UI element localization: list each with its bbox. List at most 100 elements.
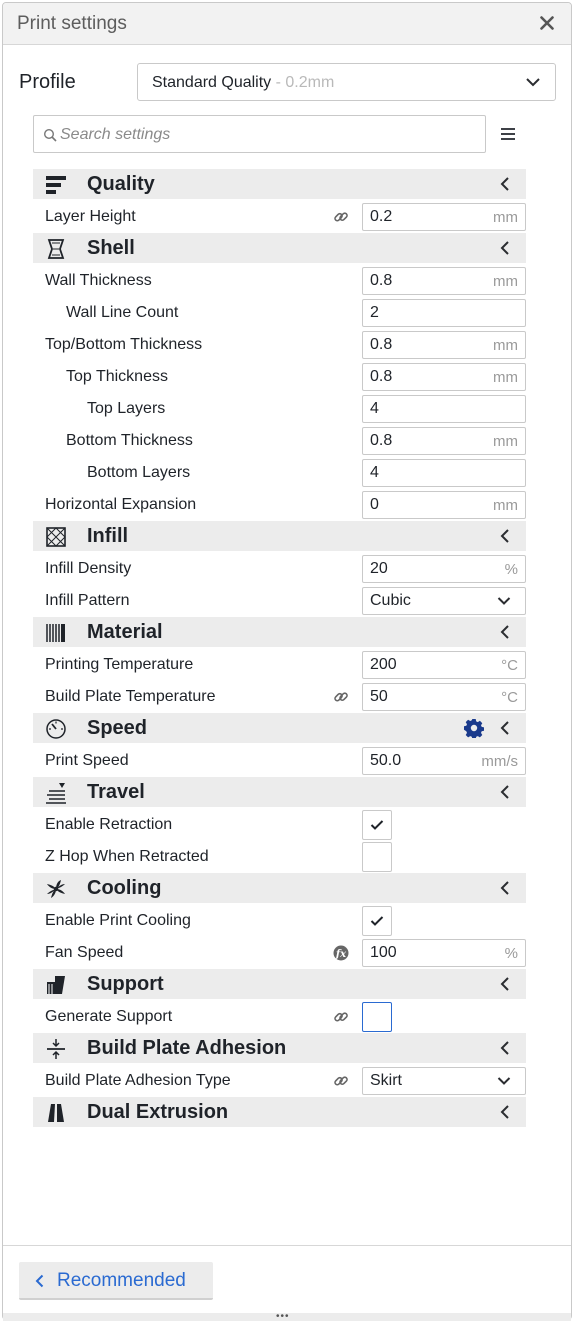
setting-bottom-thickness: Bottom Thickness 0.8 mm xyxy=(33,425,526,457)
field-value: 0.8 xyxy=(370,272,393,289)
setting-z-hop: Z Hop When Retracted xyxy=(33,841,526,873)
menu-icon-bar xyxy=(501,133,515,135)
field-unit: mm xyxy=(493,433,518,450)
top-thickness-input[interactable]: 0.8 mm xyxy=(362,363,526,391)
profile-select[interactable]: Standard Quality - 0.2mm xyxy=(137,63,556,101)
profile-label: Profile xyxy=(19,71,76,93)
generate-support-checkbox[interactable] xyxy=(362,1002,392,1032)
category-shell[interactable]: Shell xyxy=(33,233,526,263)
z-hop-checkbox[interactable] xyxy=(362,842,392,872)
setting-label: Horizontal Expansion xyxy=(45,496,197,513)
close-button[interactable] xyxy=(535,11,559,35)
field-unit: °C xyxy=(501,689,518,706)
category-support[interactable]: Support xyxy=(33,969,526,999)
chevron-left-icon xyxy=(500,1041,509,1055)
setting-generate-support: Generate Support xyxy=(33,1001,526,1033)
search-input[interactable] xyxy=(60,124,470,146)
setting-label: Build Plate Temperature xyxy=(45,688,216,705)
field-unit: mm xyxy=(493,209,518,226)
chevron-left-icon xyxy=(500,785,509,799)
setting-bottom-layers: Bottom Layers 4 xyxy=(33,457,526,489)
field-value: 0.8 xyxy=(370,336,393,353)
infill-density-input[interactable]: 20% xyxy=(362,555,526,583)
profile-name-text: Standard Quality xyxy=(152,74,272,91)
enable-retraction-checkbox[interactable] xyxy=(362,810,392,840)
title-bar: Print settings xyxy=(3,3,571,45)
link-icon[interactable] xyxy=(333,1073,349,1089)
menu-icon-bar xyxy=(501,138,515,140)
field-unit: mm xyxy=(493,369,518,386)
chevron-down-icon xyxy=(497,1077,511,1085)
setting-top-layers: Top Layers 4 xyxy=(33,393,526,425)
bottom-thickness-input[interactable]: 0.8 mm xyxy=(362,427,526,455)
setting-infill-pattern: Infill Pattern Cubic xyxy=(33,585,526,617)
field-unit: mm xyxy=(493,273,518,290)
support-icon xyxy=(47,976,65,994)
panel-title: Print settings xyxy=(17,13,127,34)
settings-visibility-menu-button[interactable] xyxy=(499,125,519,143)
category-label: Travel xyxy=(87,781,145,803)
setting-label: Build Plate Adhesion Type xyxy=(45,1072,231,1089)
gear-icon[interactable] xyxy=(464,718,484,738)
bottom-layers-input[interactable]: 4 xyxy=(362,459,526,487)
category-quality[interactable]: Quality xyxy=(33,169,526,199)
chevron-left-icon xyxy=(500,881,509,895)
adhesion-type-select[interactable]: Skirt xyxy=(362,1067,526,1095)
setting-label: Fan Speed xyxy=(45,944,124,961)
dual-extrusion-icon xyxy=(48,1104,64,1122)
field-unit: mm xyxy=(493,337,518,354)
infill-pattern-select[interactable]: Cubic xyxy=(362,587,526,615)
enable-print-cooling-checkbox[interactable] xyxy=(362,906,392,936)
recommended-button[interactable]: Recommended xyxy=(19,1262,213,1300)
category-speed[interactable]: Speed xyxy=(33,713,526,743)
adhesion-icon xyxy=(47,1039,65,1059)
category-material[interactable]: Material xyxy=(33,617,526,647)
drag-dots-icon: ••• xyxy=(276,1311,290,1322)
infill-icon xyxy=(46,527,66,547)
top-bottom-thickness-input[interactable]: 0.8 mm xyxy=(362,331,526,359)
setting-print-speed: Print Speed 50.0 mm/s xyxy=(33,745,526,777)
category-label: Speed xyxy=(87,717,148,739)
setting-fan-speed: Fan Speed fx 100% xyxy=(33,937,526,969)
link-icon[interactable] xyxy=(333,689,349,705)
horizontal-expansion-input[interactable]: 0 mm xyxy=(362,491,526,519)
setting-printing-temperature: Printing Temperature 200 °C xyxy=(33,649,526,681)
link-icon[interactable] xyxy=(333,209,349,225)
top-layers-input[interactable]: 4 xyxy=(362,395,526,423)
shell-icon xyxy=(47,239,65,259)
setting-enable-print-cooling: Enable Print Cooling xyxy=(33,905,526,937)
menu-icon-bar xyxy=(501,128,515,130)
layer-height-input[interactable]: 0.2 mm xyxy=(362,203,526,231)
close-icon xyxy=(540,16,554,30)
fan-speed-input[interactable]: 100% xyxy=(362,939,526,967)
print-settings-panel: Print settings Profile Standard Quality … xyxy=(2,2,572,1322)
category-label: Material xyxy=(87,621,163,643)
category-build-plate-adhesion[interactable]: Build Plate Adhesion xyxy=(33,1033,526,1063)
print-speed-input[interactable]: 50.0 mm/s xyxy=(362,747,526,775)
category-dual-extrusion[interactable]: Dual Extrusion xyxy=(33,1097,526,1127)
category-label: Cooling xyxy=(87,877,162,899)
category-label: Shell xyxy=(87,237,135,259)
category-travel[interactable]: Travel xyxy=(33,777,526,807)
category-infill[interactable]: Infill xyxy=(33,521,526,551)
field-unit: % xyxy=(504,945,518,962)
setting-enable-retraction: Enable Retraction xyxy=(33,809,526,841)
field-value: 50 xyxy=(370,688,388,705)
printing-temperature-input[interactable]: 200 °C xyxy=(362,651,526,679)
category-cooling[interactable]: Cooling xyxy=(33,873,526,903)
build-plate-temperature-input[interactable]: 50 °C xyxy=(362,683,526,711)
footer-divider xyxy=(3,1245,571,1246)
wall-line-count-input[interactable]: 2 xyxy=(362,299,526,327)
setting-label: Enable Retraction xyxy=(45,816,173,833)
resize-handle[interactable]: ••• xyxy=(3,1311,571,1322)
setting-label: Generate Support xyxy=(45,1008,173,1025)
field-unit: °C xyxy=(501,657,518,674)
link-icon[interactable] xyxy=(333,1009,349,1025)
field-value: 0.2 xyxy=(370,208,393,225)
travel-icon xyxy=(46,783,66,804)
setting-wall-thickness: Wall Thickness 0.8 mm xyxy=(33,265,526,297)
field-value: 200 xyxy=(370,656,397,673)
wall-thickness-input[interactable]: 0.8 mm xyxy=(362,267,526,295)
search-icon xyxy=(43,128,57,142)
function-icon[interactable]: fx xyxy=(333,945,349,961)
